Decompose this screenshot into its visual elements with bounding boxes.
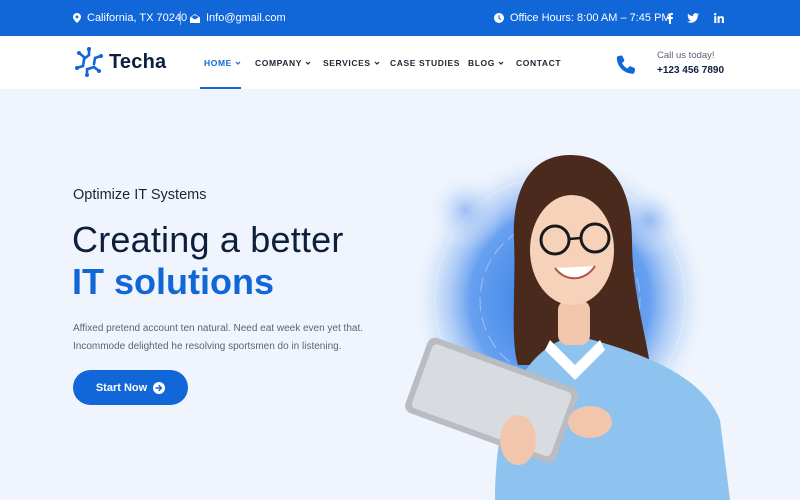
hero-title-line1: Creating a better [72, 219, 344, 260]
techa-logo-icon [75, 47, 103, 77]
start-now-label: Start Now [95, 381, 148, 394]
hero-subtitle: Optimize IT Systems [73, 187, 207, 203]
brand-logo[interactable]: Techa [73, 46, 166, 78]
nav-contact-label: CONTACT [516, 57, 562, 68]
divider [180, 11, 181, 25]
hero-title-line2: IT solutions [72, 261, 274, 302]
hero-description-line2: Incommode delighted he resolving sportsm… [73, 341, 342, 352]
facebook-icon[interactable] [663, 0, 677, 36]
arrow-right-icon [153, 381, 166, 394]
map-pin-icon [73, 13, 81, 23]
location-text: California, TX 70240 [87, 12, 188, 24]
nav-case-studies[interactable]: CASE STUDIES [390, 36, 460, 89]
brand-name: Techa [109, 50, 167, 73]
nav-company-label: COMPANY [255, 57, 303, 68]
nav-services-label: SERVICES [323, 57, 371, 68]
email-info[interactable]: Info@gmail.com [190, 0, 286, 36]
main-header: Techa HOME COMPANY SERVICES CASE STUDIES… [0, 36, 800, 89]
linkedin-icon[interactable] [712, 0, 726, 36]
office-hours-text: Office Hours: 8:00 AM – 7:45 PM [510, 12, 671, 24]
nav-blog-label: BLOG [468, 57, 495, 68]
twitter-icon[interactable] [686, 0, 700, 36]
chevron-down-icon [305, 61, 311, 65]
chevron-down-icon [498, 61, 504, 65]
nav-company[interactable]: COMPANY [255, 36, 311, 89]
start-now-button[interactable]: Start Now [73, 370, 188, 405]
active-nav-indicator [200, 87, 241, 89]
nav-services[interactable]: SERVICES [323, 36, 380, 89]
chevron-down-icon [235, 61, 241, 65]
location-info: California, TX 70240 [73, 0, 187, 36]
chevron-down-icon [374, 61, 380, 65]
email-icon [190, 13, 200, 23]
hero-illustration [405, 150, 730, 500]
nav-case-studies-label: CASE STUDIES [390, 57, 461, 68]
nav-home[interactable]: HOME [204, 36, 241, 89]
nav-home-label: HOME [204, 57, 232, 68]
nav-contact[interactable]: CONTACT [516, 36, 561, 89]
call-number[interactable]: +123 456 7890 [657, 65, 724, 76]
email-text[interactable]: Info@gmail.com [206, 12, 286, 24]
phone-icon [616, 55, 636, 74]
hero-description-line1: Affixed pretend account ten natural. Nee… [73, 323, 364, 334]
top-bar: California, TX 70240 Info@gmail.com Offi… [0, 0, 800, 36]
hero-description: Affixed pretend account ten natural. Nee… [73, 320, 393, 356]
clock-icon [494, 13, 504, 23]
office-hours: Office Hours: 8:00 AM – 7:45 PM [494, 0, 671, 36]
nav-blog[interactable]: BLOG [468, 36, 504, 89]
call-label: Call us today! [657, 50, 715, 61]
